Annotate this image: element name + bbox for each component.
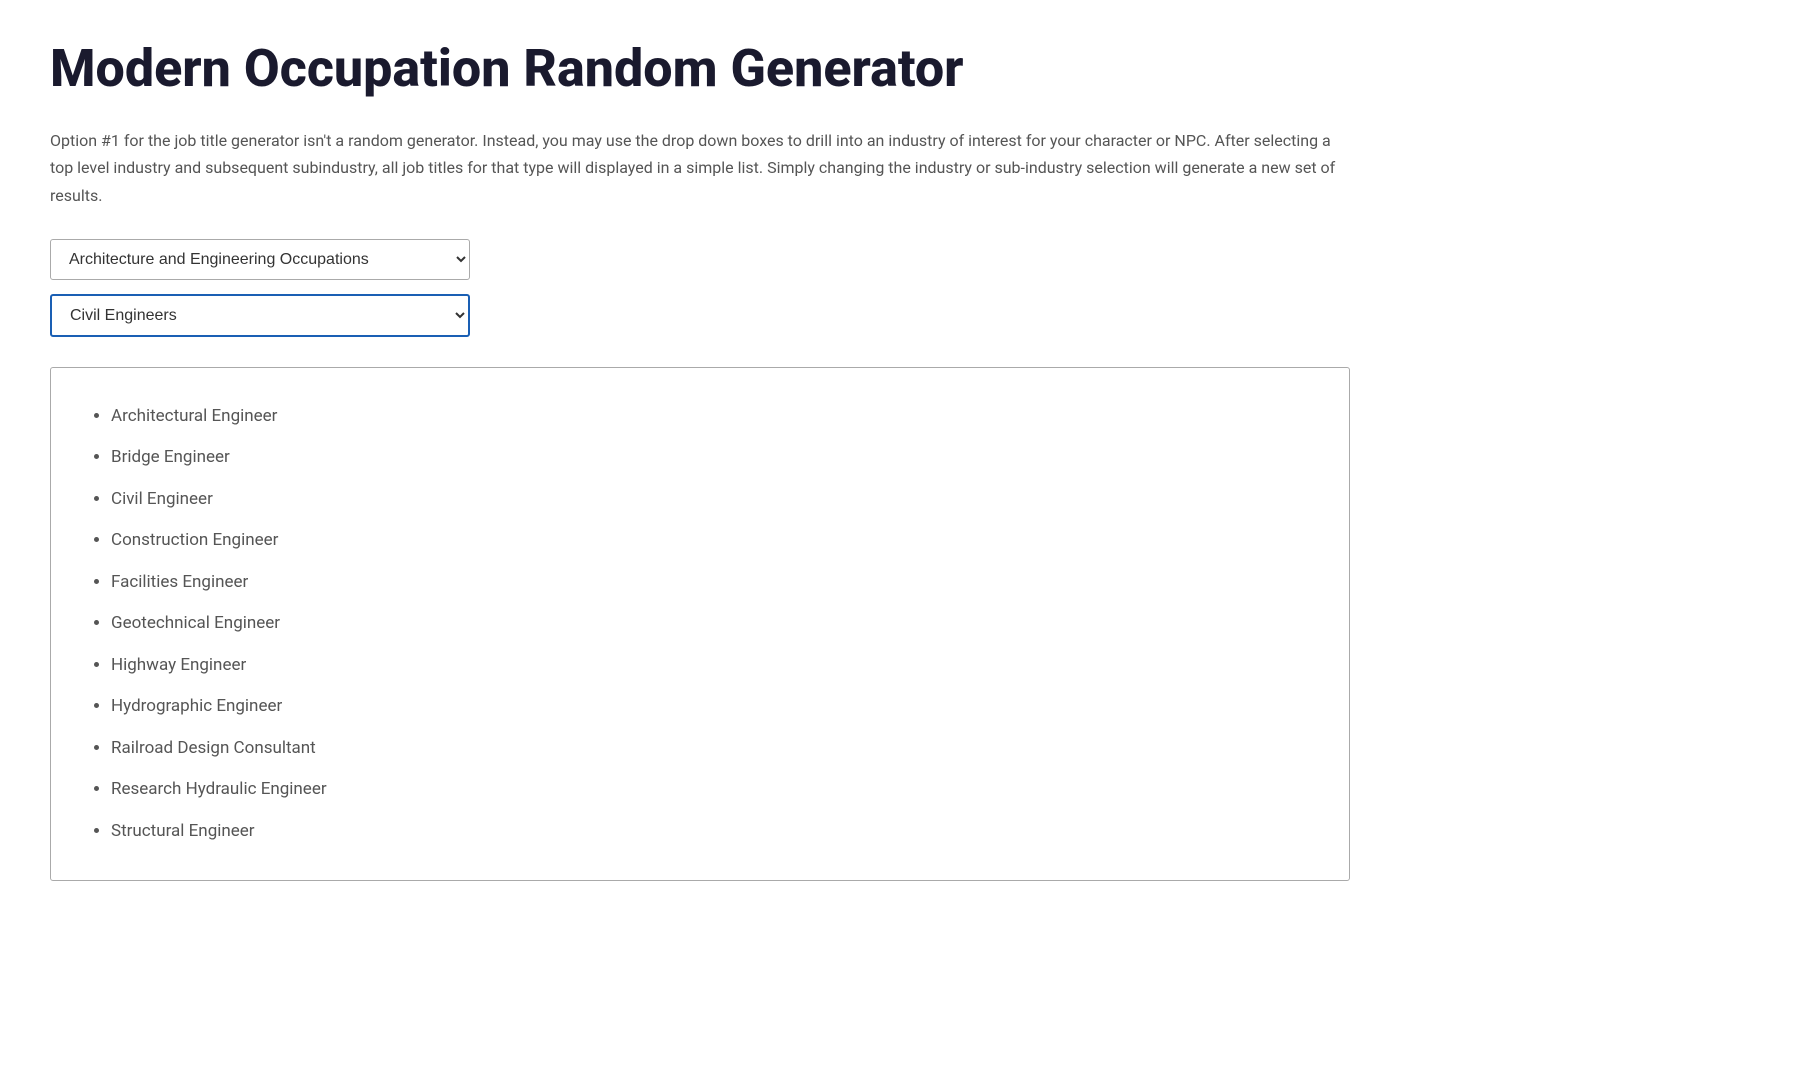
list-item: Bridge Engineer [111,439,1309,477]
list-item: Research Hydraulic Engineer [111,771,1309,809]
list-item: Geotechnical Engineer [111,605,1309,643]
results-list: Architectural EngineerBridge Engineer Civ… [91,398,1309,851]
list-item: Facilities Engineer [111,564,1309,602]
list-item: Hydrographic Engineer [111,688,1309,726]
list-item: Architectural Engineer [111,398,1309,436]
list-item: Railroad Design Consultant [111,730,1309,768]
industry-dropdown[interactable]: Architecture and Engineering Occupations… [50,239,470,280]
list-item: Structural Engineer [111,813,1309,851]
list-item: Highway Engineer [111,647,1309,685]
list-item: Civil Engineer [111,481,1309,519]
results-box: Architectural EngineerBridge Engineer Civ… [50,367,1350,882]
page-description: Option #1 for the job title generator is… [50,127,1350,209]
page-title: Modern Occupation Random Generator [50,40,1350,97]
subindustry-dropdown[interactable]: Civil EngineersArchitectsElectrical Engi… [50,294,470,337]
list-item: Construction Engineer [111,522,1309,560]
dropdown-controls: Architecture and Engineering Occupations… [50,239,1350,337]
